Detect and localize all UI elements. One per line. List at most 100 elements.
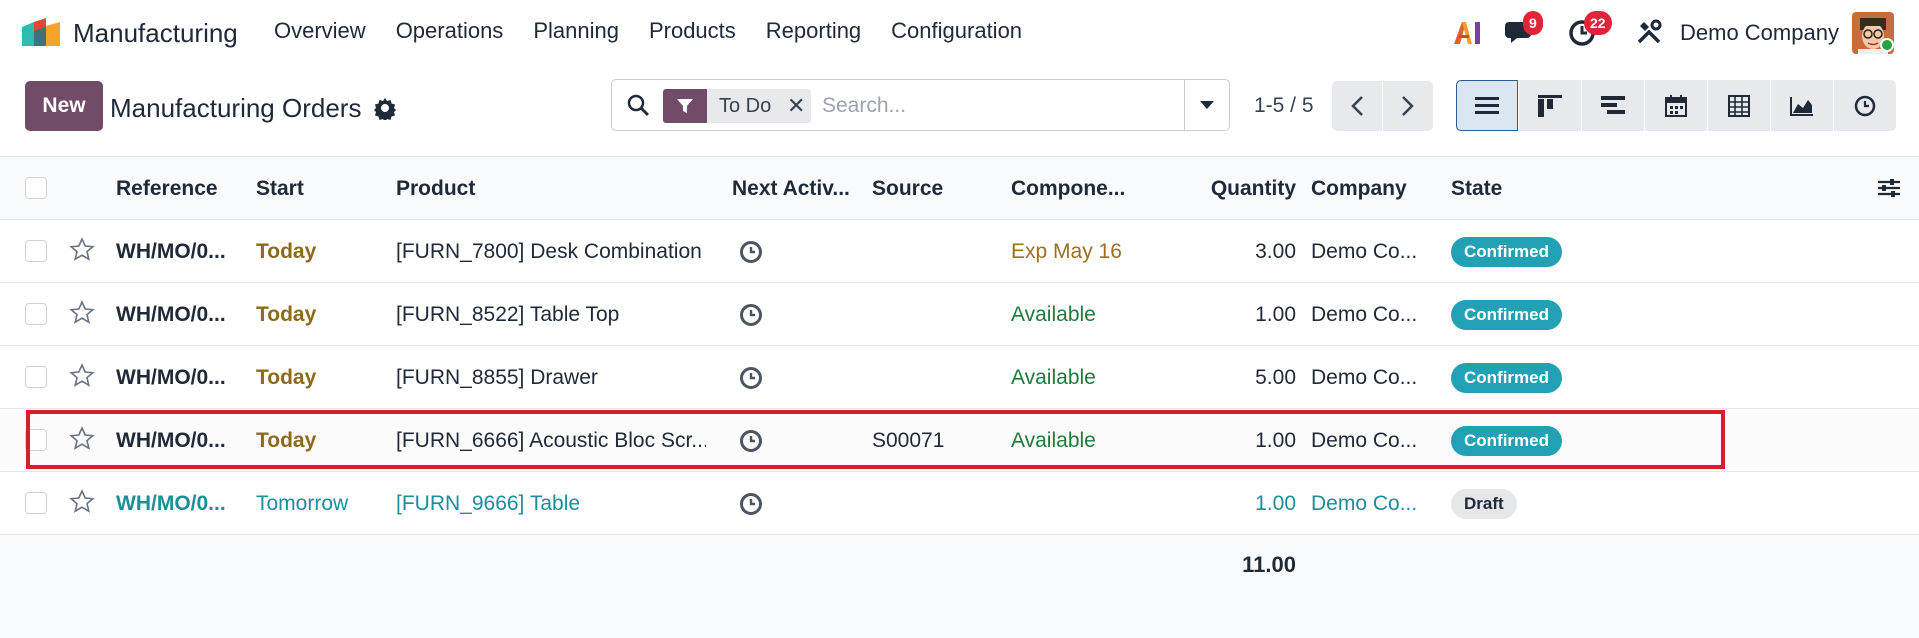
cell-quantity: 1.00 [1255,302,1296,326]
table-header: Reference Start Product Next Activ... So… [0,157,1919,220]
pager-value[interactable]: 1-5 / 5 [1254,94,1314,118]
star-icon[interactable] [69,489,95,515]
cell-state: Confirmed [1451,346,1611,409]
close-icon[interactable]: ✕ [781,89,811,123]
activity-icon[interactable] [739,240,763,264]
column-state[interactable]: State [1451,157,1611,220]
activity-view-button[interactable] [1834,80,1896,131]
star-icon[interactable] [69,237,95,263]
menu-products[interactable]: Products [649,18,736,44]
chevron-left-icon [1351,96,1363,116]
cell-source: S00071 [872,428,945,452]
list-view: Reference Start Product Next Activ... So… [0,156,1919,638]
cell-state: Confirmed [1451,220,1611,283]
chevron-down-icon [1200,101,1214,109]
select-all-checkbox[interactable] [25,177,47,199]
online-status-dot [1880,38,1894,52]
list-view-icon [1475,96,1499,114]
column-reference[interactable]: Reference [116,157,246,220]
pivot-view-button[interactable] [1708,80,1770,131]
pager-previous-button[interactable] [1332,81,1382,131]
status-badge: Confirmed [1451,362,1562,393]
cell-source [872,472,1002,535]
row-checkbox[interactable] [25,492,47,514]
activity-icon[interactable] [739,366,763,390]
ai-icon[interactable] [1452,16,1484,48]
cell-state: Draft [1451,472,1611,535]
status-badge: Confirmed [1451,425,1562,456]
table-row[interactable]: WH/MO/0... Tomorrow [FURN_9666] Table 1.… [0,472,1919,535]
status-badge: Confirmed [1451,299,1562,330]
menu-configuration[interactable]: Configuration [891,18,1022,44]
search-input[interactable] [822,90,1172,122]
cell-reference: WH/MO/0... [116,302,226,326]
table-row[interactable]: WH/MO/0... Today [FURN_8522] Table Top A… [0,283,1919,346]
table-row[interactable]: WH/MO/0... Today [FURN_7800] Desk Combin… [0,220,1919,283]
menu-reporting[interactable]: Reporting [766,18,861,44]
cell-reference: WH/MO/0... [116,365,226,389]
search-options-toggle[interactable] [1184,80,1229,130]
calendar-view-button[interactable] [1645,80,1707,131]
chevron-right-icon [1402,96,1414,116]
star-icon[interactable] [69,300,95,326]
status-badge: Draft [1451,488,1517,519]
cell-state: Confirmed [1451,409,1611,472]
cell-components: Available [1011,365,1096,389]
graph-view-icon [1790,96,1813,116]
gear-icon[interactable] [373,96,397,120]
messages-badge: 9 [1523,11,1543,35]
activity-icon[interactable] [739,492,763,516]
cell-components [1011,472,1141,535]
column-source[interactable]: Source [872,157,1002,220]
star-icon[interactable] [69,426,95,452]
page-title[interactable]: Manufacturing Orders [110,93,361,124]
new-button[interactable]: New [25,81,103,131]
cell-company: Demo Co... [1311,491,1418,515]
column-quantity[interactable]: Quantity [1160,157,1296,220]
company-switcher[interactable]: Demo Company [1680,20,1839,46]
optional-columns-icon[interactable] [1877,177,1901,199]
cell-product: [FURN_6666] Acoustic Bloc Scr... [396,428,706,452]
calendar-view-icon [1665,94,1687,117]
cell-company: Demo Co... [1311,365,1418,389]
menu-overview[interactable]: Overview [274,18,366,44]
column-start[interactable]: Start [256,157,386,220]
row-checkbox[interactable] [25,303,47,325]
filter-facet[interactable]: To Do ✕ [663,89,812,123]
activity-icon[interactable] [739,429,763,453]
top-navbar: Manufacturing Overview Operations Planni… [0,0,1919,66]
graph-view-button[interactable] [1771,80,1833,131]
column-next-activity[interactable]: Next Activ... [732,157,864,220]
cell-source [872,220,1002,283]
main-menu: Overview Operations Planning Products Re… [274,18,1052,44]
star-icon[interactable] [69,363,95,389]
status-badge: Confirmed [1451,236,1562,267]
table-row[interactable]: WH/MO/0... Today [FURN_8855] Drawer Avai… [0,346,1919,409]
gantt-view-button[interactable] [1582,80,1644,131]
kanban-view-button[interactable] [1519,80,1581,131]
menu-planning[interactable]: Planning [533,18,619,44]
menu-operations[interactable]: Operations [396,18,504,44]
column-components[interactable]: Compone... [1011,157,1141,220]
app-name[interactable]: Manufacturing [73,18,238,49]
row-checkbox[interactable] [25,366,47,388]
pivot-view-icon [1728,94,1750,117]
activity-view-icon [1854,95,1876,116]
cell-reference: WH/MO/0... [116,491,226,515]
row-checkbox[interactable] [25,240,47,262]
activity-icon[interactable] [739,303,763,327]
column-company[interactable]: Company [1311,157,1446,220]
row-checkbox[interactable] [25,429,47,451]
column-product[interactable]: Product [396,157,706,220]
cell-source [872,346,1002,409]
view-switcher [1456,80,1897,131]
table-row[interactable]: WH/MO/0... Today [FURN_6666] Acoustic Bl… [0,409,1919,472]
search-icon[interactable] [626,93,650,117]
kanban-view-icon [1538,94,1562,117]
pager-next-button[interactable] [1383,81,1433,131]
list-view-button[interactable] [1456,80,1518,131]
manufacturing-logo-icon[interactable] [20,17,62,47]
cell-reference: WH/MO/0... [116,428,226,452]
tools-icon[interactable] [1636,19,1662,45]
cell-product: [FURN_7800] Desk Combination [396,239,702,263]
